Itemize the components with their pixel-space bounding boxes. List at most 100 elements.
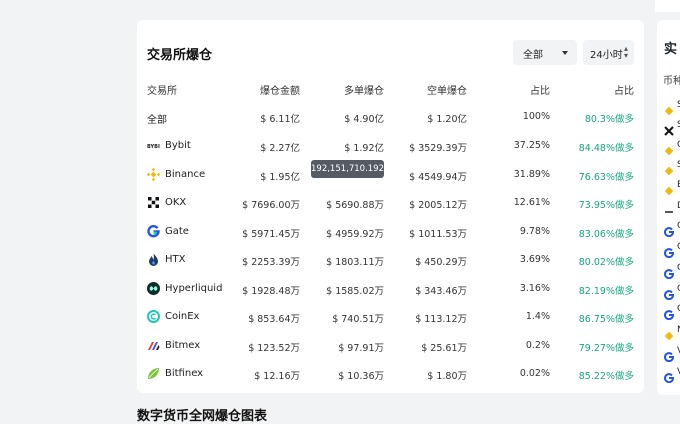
exchange-name: HTX xyxy=(165,254,186,265)
long-ratio-cell: 80.3%做多 xyxy=(584,114,634,125)
long-ratio-cell: 73.95%做多 xyxy=(578,200,634,211)
short-cell: $ 343.46万 xyxy=(415,286,467,297)
coin-icon xyxy=(664,305,675,321)
pct-cell: 37.25% xyxy=(513,140,550,151)
short-cell: $ 113.12万 xyxy=(415,314,467,325)
short-cell: $ 25.61万 xyxy=(421,343,467,354)
table-row[interactable]: HTX $ 2253.39万 $ 1803.11万 $ 450.29万 3.69… xyxy=(137,253,644,282)
htx-logo-icon xyxy=(149,253,158,266)
amount-cell: $ 12.16万 xyxy=(254,371,300,382)
pct-cell: 3.69% xyxy=(519,254,550,265)
long-cell: $ 4.90亿 xyxy=(344,114,384,125)
coin-icon xyxy=(664,202,674,213)
coin-icon xyxy=(664,368,675,384)
coin-icon xyxy=(664,347,675,363)
amount-cell: $ 853.64万 xyxy=(248,314,300,325)
gate-logo-icon xyxy=(147,225,160,238)
chevron-down-icon xyxy=(562,51,568,55)
exchange-name: CoinEx xyxy=(165,311,200,322)
header-long: 多单爆仓 xyxy=(344,86,384,97)
pct-cell: 31.89% xyxy=(513,169,550,180)
header-side-pct: 占比 xyxy=(614,86,634,97)
short-cell: $ 3529.39万 xyxy=(409,143,467,154)
short-cell: $ 1.80万 xyxy=(427,371,467,382)
liquidation-card: 交易所爆仓 全部 24小时 ▴ ▾ 交易所 爆仓金额 多单爆仓 空单爆仓 占比 占… xyxy=(137,20,644,393)
short-cell: $ 1.20亿 xyxy=(427,114,467,125)
coin-icon xyxy=(664,326,674,341)
table-row[interactable]: Hyperliquid $ 1928.48万 $ 1585.02万 $ 343.… xyxy=(137,282,644,311)
table-row[interactable]: OKX $ 7696.00万 $ 5690.88万 $ 2005.12万 12.… xyxy=(137,197,644,225)
pct-cell: 9.78% xyxy=(519,226,550,237)
table-row[interactable]: Gate $ 5971.45万 $ 4959.92万 $ 1011.53万 9.… xyxy=(137,225,644,254)
table-row[interactable]: BYBIT Bybit $ 2.27亿 $ 1.92亿 $ 3529.39万 3… xyxy=(137,140,644,168)
short-cell: $ 2005.12万 xyxy=(409,200,467,211)
exchange-name: 全部 xyxy=(147,115,167,126)
exchange-name: Bitmex xyxy=(165,340,201,351)
amount-cell: $ 2.27亿 xyxy=(260,143,300,154)
exchange-filter-select[interactable]: 全部 xyxy=(513,40,577,65)
sort-updown-icon: ▴ ▾ xyxy=(623,44,628,60)
hyperliquid-logo-icon xyxy=(147,282,160,295)
short-cell: $ 1011.53万 xyxy=(409,229,467,240)
header-exchange: 交易所 xyxy=(147,86,177,97)
long-cell: $ 1.92亿 xyxy=(344,143,384,154)
short-cell: $ 4549.94万 xyxy=(409,172,467,183)
amount-cell: $ 123.52万 xyxy=(248,343,300,354)
pct-cell: 12.61% xyxy=(513,197,550,208)
amount-cell: $ 1928.48万 xyxy=(242,286,300,297)
coin-icon xyxy=(664,222,675,238)
binance-logo-icon xyxy=(147,168,160,181)
short-cell: $ 450.29万 xyxy=(415,257,467,268)
pct-cell: 1.4% xyxy=(525,311,550,322)
amount-cell: $ 7696.00万 xyxy=(242,200,300,211)
coin-icon xyxy=(664,121,674,136)
table-row[interactable]: Bitfinex $ 12.16万 $ 10.36万 $ 1.80万 0.02%… xyxy=(137,368,644,396)
long-cell: $ 10.36万 xyxy=(338,371,384,382)
right-top-panel xyxy=(655,0,680,12)
long-cell: $ 4959.92万 xyxy=(326,229,384,240)
long-cell: $ 97.91万 xyxy=(338,343,384,354)
pct-cell: 3.16% xyxy=(519,283,550,294)
amount-cell: $ 2253.39万 xyxy=(242,257,300,268)
bitfinex-logo-icon xyxy=(148,368,159,379)
coin-icon xyxy=(664,243,675,259)
long-ratio-cell: 86.75%做多 xyxy=(578,314,634,325)
time-filter-label: 24小时 xyxy=(590,50,623,61)
coin-icon xyxy=(664,101,674,116)
long-ratio-cell: 76.63%做多 xyxy=(578,172,634,183)
bybit-logo-icon: BYBIT xyxy=(147,144,160,150)
long-cell: $ 1585.02万 xyxy=(326,286,384,297)
coin-icon xyxy=(664,141,674,156)
coin-icon xyxy=(664,285,675,301)
pct-cell: 0.2% xyxy=(525,340,550,351)
table-row: 全部 $ 6.11亿 $ 4.90亿 $ 1.20亿 100% 80.3%做多 xyxy=(137,111,644,139)
table-row[interactable]: Binance $ 1.95亿 $ 4549.94万 31.89% 76.63%… xyxy=(137,168,644,197)
card-title: 交易所爆仓 xyxy=(147,48,213,63)
exchange-name: Bybit xyxy=(165,140,191,151)
long-ratio-cell: 83.06%做多 xyxy=(578,229,634,240)
exchange-name: Bitfinex xyxy=(165,368,204,379)
amount-cell: $ 6.11亿 xyxy=(260,114,300,125)
table-row[interactable]: CoinEx $ 853.64万 $ 740.51万 $ 113.12万 1.4… xyxy=(137,310,644,339)
coin-icon xyxy=(664,161,674,176)
long-cell: $ 1803.11万 xyxy=(326,257,384,268)
long-cell: $ 5690.88万 xyxy=(326,200,384,211)
bitmex-logo-icon xyxy=(148,342,160,350)
exchange-name: Hyperliquid xyxy=(165,283,223,294)
coin-icon xyxy=(664,181,674,196)
exchange-name: OKX xyxy=(165,197,187,208)
panel-title: 实 xyxy=(664,42,678,57)
coinex-logo-icon xyxy=(147,310,160,323)
long-ratio-cell: 79.27%做多 xyxy=(578,343,634,354)
amount-cell: $ 1.95亿 xyxy=(260,172,300,183)
long-ratio-cell: 85.22%做多 xyxy=(578,371,634,382)
pct-cell: 0.02% xyxy=(519,368,550,379)
coin-icon xyxy=(664,264,675,280)
time-filter-select[interactable]: 24小时 ▴ ▾ xyxy=(583,40,634,65)
table-row[interactable]: Bitmex $ 123.52万 $ 97.91万 $ 25.61万 0.2% … xyxy=(137,340,644,368)
exchange-name: Gate xyxy=(165,226,189,237)
long-ratio-cell: 82.19%做多 xyxy=(578,286,634,297)
long-ratio-cell: 80.02%做多 xyxy=(578,257,634,268)
amount-cell: $ 5971.45万 xyxy=(242,229,300,240)
pct-cell: 100% xyxy=(522,111,550,122)
